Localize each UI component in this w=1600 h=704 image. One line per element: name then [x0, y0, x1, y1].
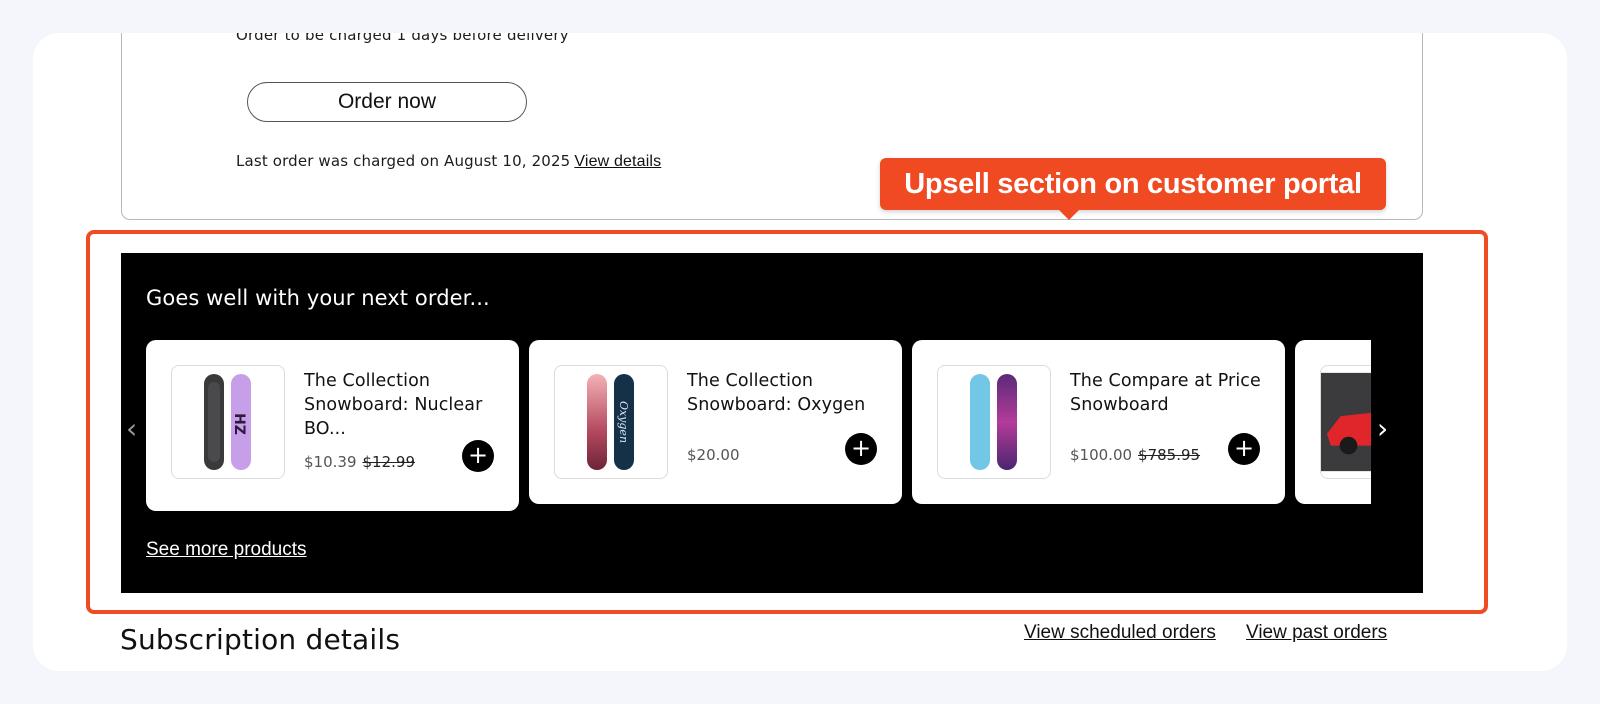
- last-order-text: Last order was charged on August 10, 202…: [236, 152, 571, 170]
- upsell-section: Goes well with your next order... HZ The…: [121, 253, 1423, 593]
- last-order-info: Last order was charged on August 10, 202…: [236, 152, 661, 171]
- plus-icon: +: [1233, 434, 1255, 462]
- product-price: $20.00: [687, 446, 740, 464]
- product-name: The Compare at Price Snowboard: [1070, 371, 1261, 415]
- compare-price: $785.95: [1138, 446, 1201, 464]
- chevron-right-icon[interactable]: ›: [1377, 415, 1388, 443]
- compare-price: $12.99: [362, 453, 416, 471]
- product-card[interactable]: Oxygen The Collection Snowboard: Oxygen …: [529, 340, 902, 504]
- annotation-callout: Upsell section on customer portal: [880, 158, 1386, 210]
- product-name: The Collection Snowboard: Nuclear BO...: [304, 371, 483, 439]
- product-image: HZ: [171, 365, 285, 479]
- portal-page: Order to be charged 1 days before delive…: [33, 33, 1567, 671]
- product-image: [937, 365, 1051, 479]
- product-carousel: HZ The Collection Snowboard: Nuclear BO.…: [146, 340, 1371, 520]
- view-past-orders-link[interactable]: View past orders: [1246, 622, 1387, 644]
- order-now-button[interactable]: Order now: [247, 82, 527, 122]
- product-image: Oxygen: [554, 365, 668, 479]
- sale-price: $100.00: [1070, 446, 1133, 464]
- plus-icon: +: [467, 441, 489, 469]
- product-name: The Collection Snowboard: Oxygen: [687, 371, 866, 415]
- callout-pointer: [1058, 209, 1080, 220]
- add-product-button[interactable]: +: [845, 433, 877, 465]
- see-more-products-link[interactable]: See more products: [146, 539, 307, 561]
- add-product-button[interactable]: +: [1228, 433, 1260, 465]
- upsell-title: Goes well with your next order...: [146, 286, 490, 310]
- view-details-link[interactable]: View details: [574, 153, 661, 170]
- svg-text:Oxygen: Oxygen: [617, 401, 630, 443]
- product-price: $10.39 $12.99: [304, 453, 415, 471]
- sale-price: $10.39: [304, 453, 357, 471]
- add-product-button[interactable]: +: [462, 440, 494, 472]
- chevron-left-icon[interactable]: ‹: [126, 415, 137, 443]
- product-card[interactable]: HZ The Collection Snowboard: Nuclear BO.…: [146, 340, 519, 511]
- product-card[interactable]: The Compare at Price Snowboard $100.00 $7…: [912, 340, 1285, 504]
- view-scheduled-orders-link[interactable]: View scheduled orders: [1024, 622, 1216, 644]
- charge-note: Order to be charged 1 days before delive…: [236, 33, 569, 44]
- svg-text:HZ: HZ: [231, 413, 247, 435]
- plus-icon: +: [850, 434, 872, 462]
- product-image: [1320, 365, 1371, 479]
- product-card[interactable]: [1295, 340, 1371, 504]
- sale-price: $20.00: [687, 446, 740, 464]
- product-price: $100.00 $785.95: [1070, 446, 1200, 464]
- subscription-details-title: Subscription details: [120, 623, 401, 656]
